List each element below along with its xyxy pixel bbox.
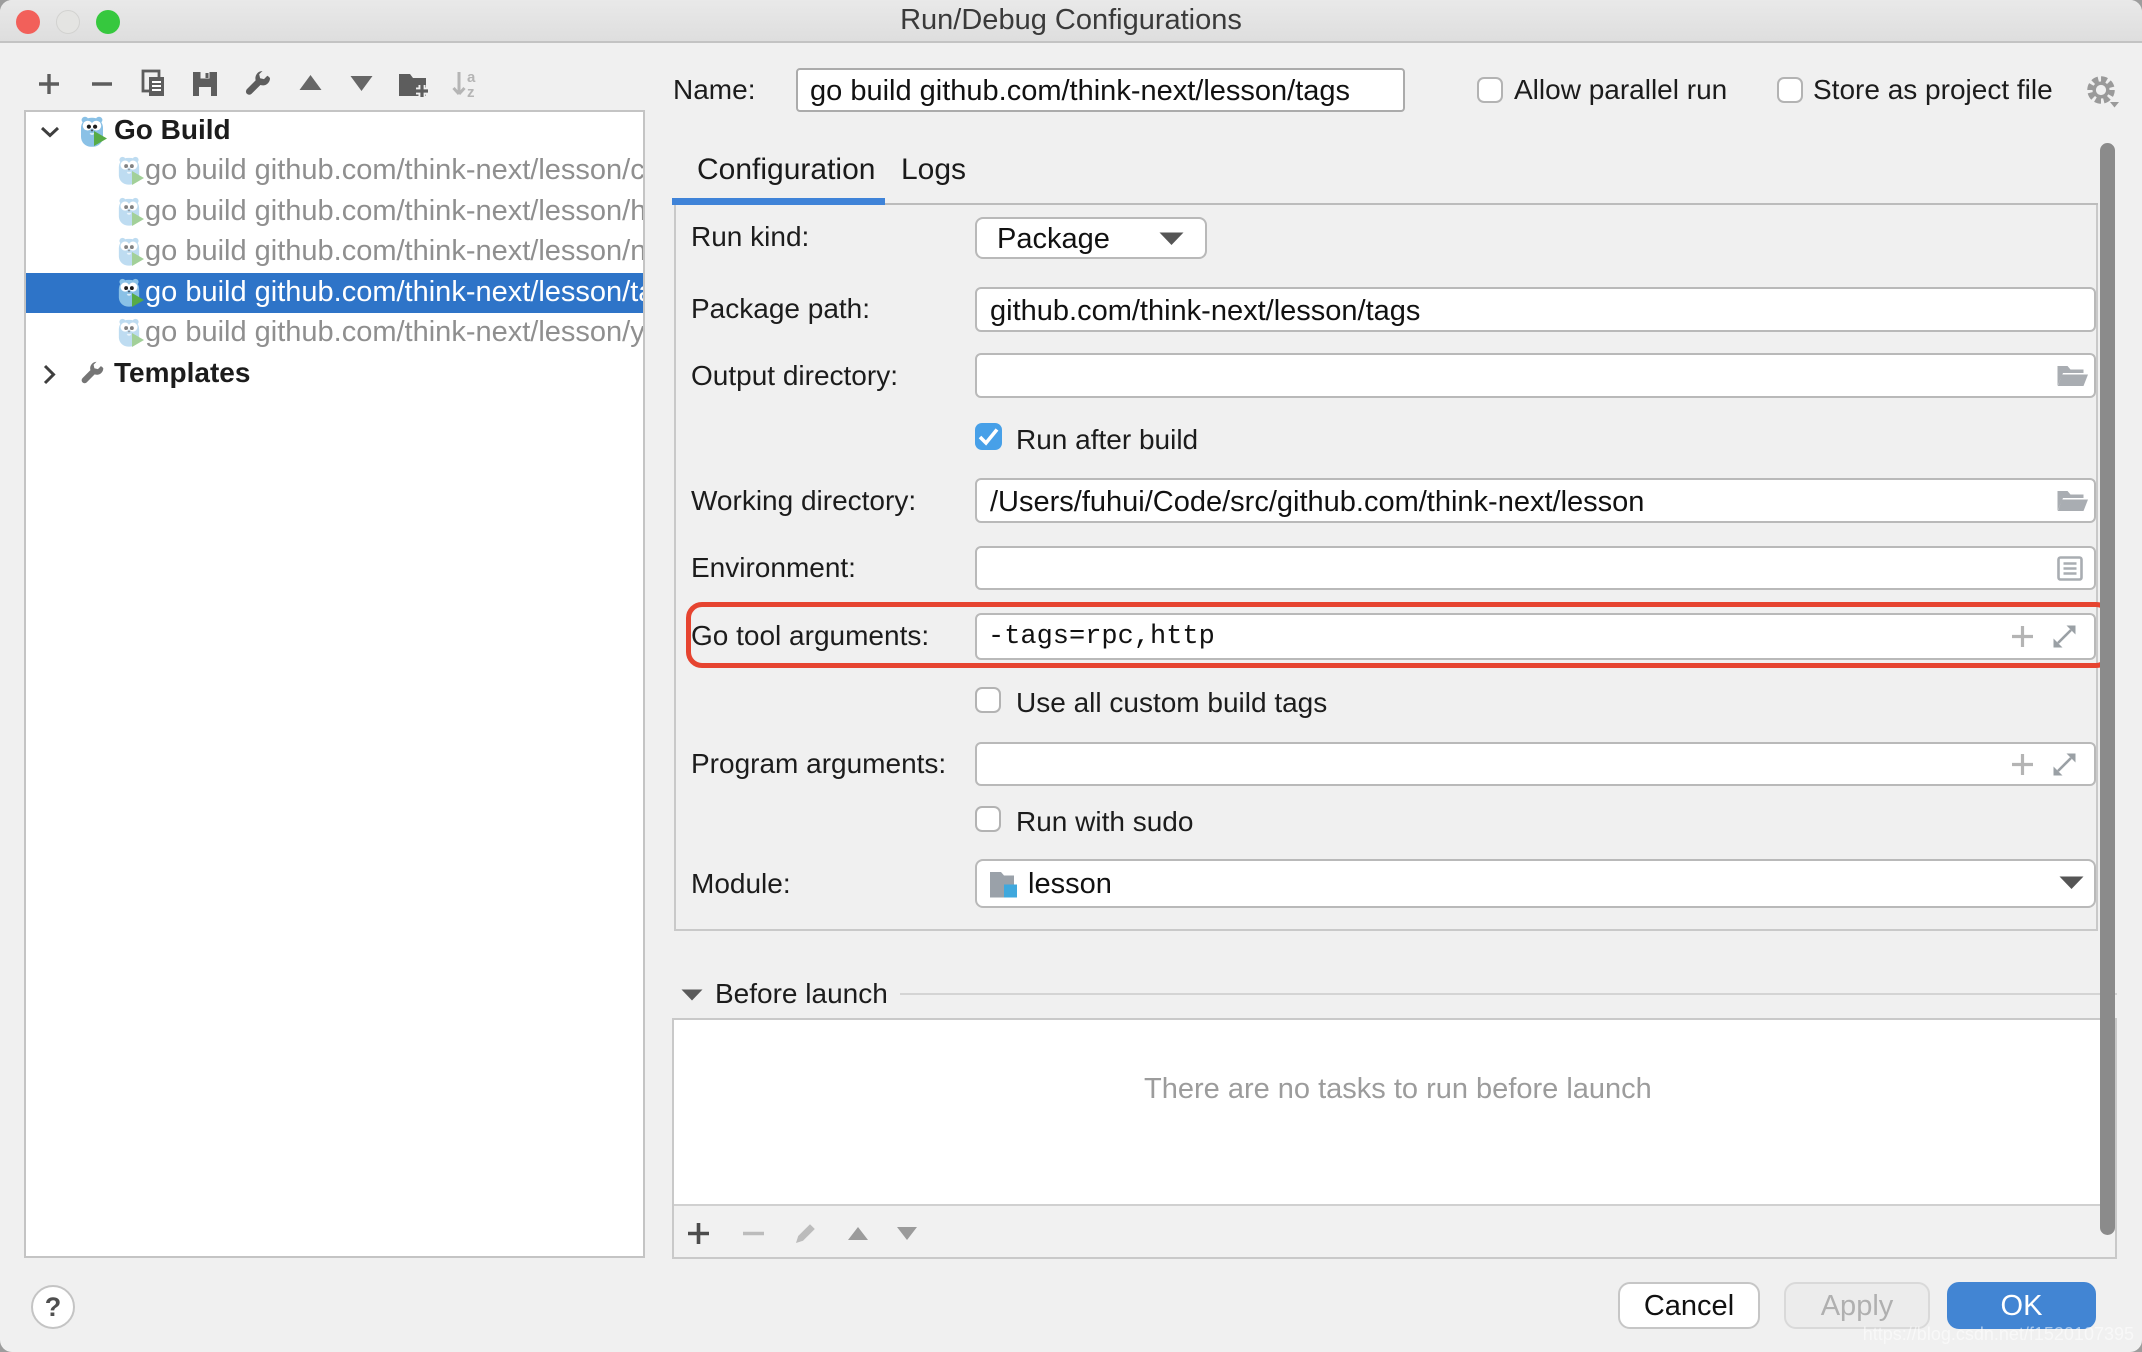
svg-text:z: z: [467, 84, 475, 99]
